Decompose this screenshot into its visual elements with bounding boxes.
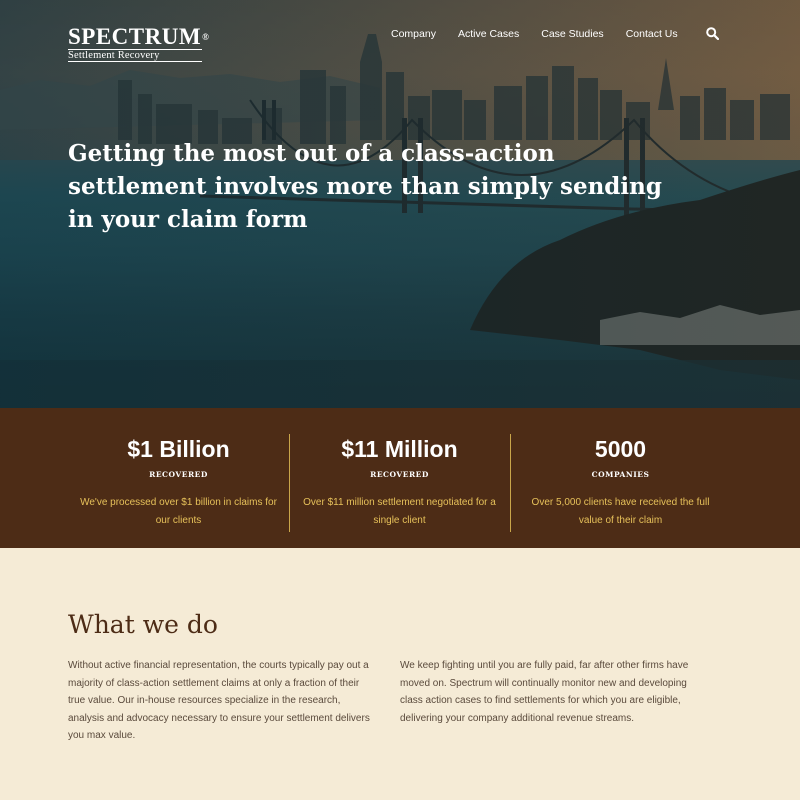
- nav-company[interactable]: Company: [391, 28, 436, 40]
- brand-tagline: Settlement Recovery: [68, 49, 202, 62]
- hero-banner: SPECTRUM® Settlement Recovery Company Ac…: [0, 0, 800, 408]
- nav-contact-us[interactable]: Contact Us: [626, 28, 678, 40]
- section-heading: What we do: [68, 610, 218, 639]
- stat-description: Over 5,000 clients have received the ful…: [531, 497, 710, 526]
- brand-logo[interactable]: SPECTRUM® Settlement Recovery: [68, 24, 210, 62]
- search-icon[interactable]: [705, 27, 720, 41]
- brand-name: SPECTRUM®: [68, 24, 210, 49]
- nav-active-cases[interactable]: Active Cases: [458, 28, 519, 40]
- stat-caption: RECOVERED: [370, 470, 429, 479]
- paragraph-left: Without active financial representation,…: [68, 660, 370, 741]
- stat-value: $1 Billion: [127, 436, 230, 462]
- stat-item: 5000 COMPANIES Over 5,000 clients have r…: [510, 426, 731, 548]
- main-nav: Company Active Cases Case Studies Contac…: [391, 27, 720, 41]
- paragraph-right: We keep fighting until you are fully pai…: [400, 660, 689, 724]
- stat-description: We've processed over $1 billion in claim…: [80, 497, 277, 526]
- stat-caption: COMPANIES: [591, 470, 650, 479]
- hero-title: Getting the most out of a class-action s…: [68, 140, 662, 233]
- nav-case-studies[interactable]: Case Studies: [541, 28, 603, 40]
- text-columns: Without active financial representation,…: [68, 657, 732, 745]
- stat-item: $11 Million RECOVERED Over $11 million s…: [289, 426, 510, 548]
- stat-description: Over $11 million settlement negotiated f…: [303, 497, 496, 526]
- what-we-do-section: What we do Without active financial repr…: [0, 548, 800, 800]
- stat-value: $11 Million: [341, 436, 458, 462]
- stat-caption: RECOVERED: [149, 470, 208, 479]
- stats-band: $1 Billion RECOVERED We've processed ove…: [0, 408, 800, 548]
- stat-value: 5000: [594, 436, 647, 462]
- stat-item: $1 Billion RECOVERED We've processed ove…: [68, 426, 289, 548]
